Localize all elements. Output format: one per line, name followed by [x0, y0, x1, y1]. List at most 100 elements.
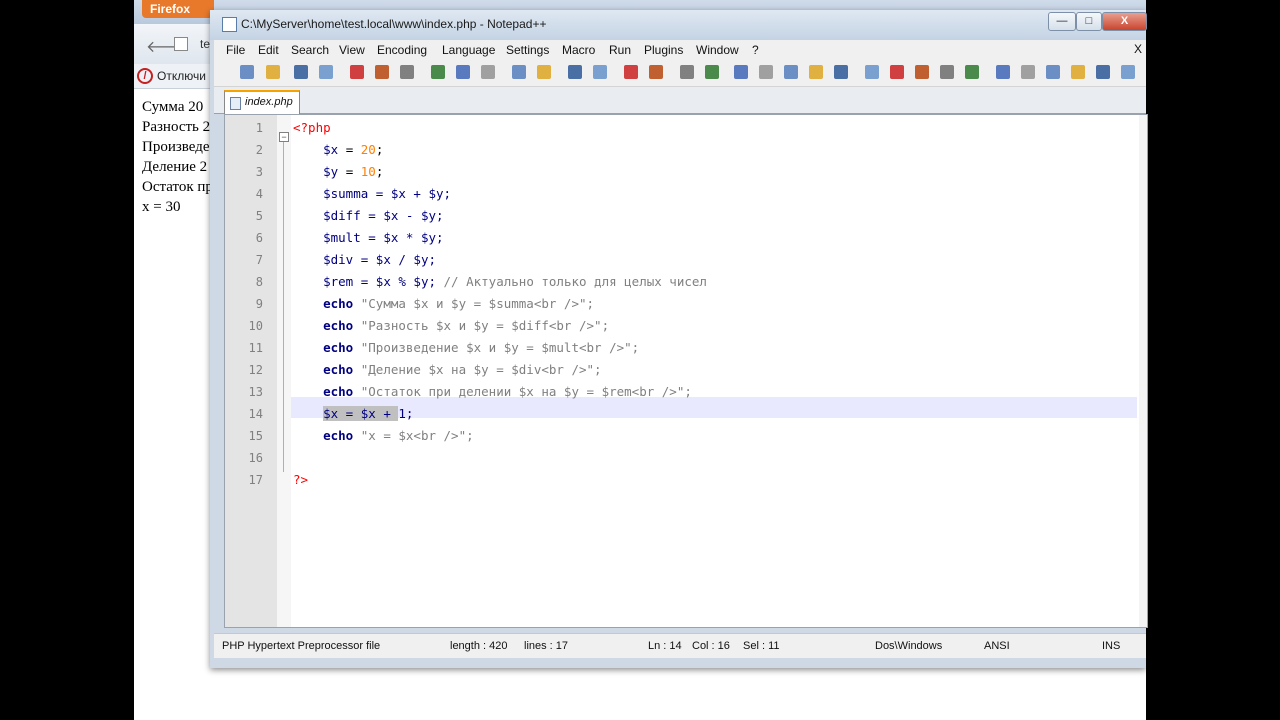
close-doc-button[interactable]: X	[1134, 42, 1142, 56]
fold-margin	[277, 115, 291, 627]
code-line: ?>	[293, 472, 309, 487]
print-icon[interactable]	[400, 65, 414, 79]
code-line: $y = 10;	[323, 164, 384, 179]
file-icon	[230, 97, 241, 110]
disable-icon[interactable]: /	[137, 68, 153, 84]
status-file-type: PHP Hypertext Preprocessor file	[222, 640, 381, 652]
indent-guide-icon[interactable]	[784, 65, 798, 79]
window-title: C:\MyServer\home\test.local\www\index.ph…	[241, 17, 547, 31]
tab-index-php[interactable]: index.php	[224, 90, 300, 114]
line-number: 4	[255, 187, 263, 201]
stop-macro-icon[interactable]	[890, 65, 904, 79]
line-number: 2	[255, 143, 263, 157]
status-sel: Sel : 11	[743, 640, 780, 652]
zoom-out-icon[interactable]	[649, 65, 663, 79]
menu-search[interactable]: Search	[291, 43, 329, 57]
up-icon[interactable]	[1021, 65, 1035, 79]
line-number: 8	[255, 275, 263, 289]
maximize-button[interactable]: □	[1076, 12, 1102, 31]
title-bar[interactable]: C:\MyServer\home\test.local\www\index.ph…	[210, 10, 1147, 40]
all-chars-icon[interactable]	[759, 65, 773, 79]
code-line: <?php	[293, 120, 331, 135]
undo-icon[interactable]	[512, 65, 526, 79]
line-number: 11	[248, 341, 263, 355]
paste-icon[interactable]	[481, 65, 495, 79]
menu-file[interactable]: File	[226, 43, 245, 57]
close-icon[interactable]	[350, 65, 364, 79]
status-line: Ln : 14	[648, 640, 682, 652]
menu-edit[interactable]: Edit	[258, 43, 279, 57]
fold-toggle-icon[interactable]: −	[279, 132, 289, 142]
save-icon[interactable]	[294, 65, 308, 79]
replace-icon[interactable]	[593, 65, 607, 79]
menu-help[interactable]: ?	[752, 43, 759, 57]
vertical-scrollbar[interactable]	[1139, 115, 1147, 627]
status-insert-mode: INS	[1102, 640, 1121, 652]
copy-icon[interactable]	[456, 65, 470, 79]
word-wrap-icon[interactable]	[734, 65, 748, 79]
menu-language[interactable]: Language	[442, 43, 495, 57]
line-number: 7	[255, 253, 263, 267]
filter-icon[interactable]	[1121, 65, 1135, 79]
save-all-icon[interactable]	[319, 65, 333, 79]
sync-h-icon[interactable]	[705, 65, 719, 79]
new-icon[interactable]	[240, 65, 254, 79]
line-number: 6	[255, 231, 263, 245]
cut-icon[interactable]	[431, 65, 445, 79]
line-number: 17	[248, 473, 263, 487]
redo-icon[interactable]	[537, 65, 551, 79]
minimize-button[interactable]: —	[1048, 12, 1076, 31]
menu-settings[interactable]: Settings	[506, 43, 549, 57]
trim-icon[interactable]	[1071, 65, 1085, 79]
menu-encoding[interactable]: Encoding	[377, 43, 427, 57]
open-icon[interactable]	[266, 65, 280, 79]
close-all-icon[interactable]	[375, 65, 389, 79]
sum-icon[interactable]	[996, 65, 1010, 79]
output-line: Произведе	[142, 139, 210, 155]
record-macro-icon[interactable]	[865, 65, 879, 79]
user-lang-icon[interactable]	[809, 65, 823, 79]
menu-window[interactable]: Window	[696, 43, 739, 57]
code-line: $div = $x / $y;	[323, 252, 436, 267]
spell-icon[interactable]	[1096, 65, 1110, 79]
play-macro-icon[interactable]	[915, 65, 929, 79]
output-line: Сумма 20	[142, 99, 204, 115]
code-line: echo "x = $x<br />";	[323, 428, 474, 443]
zoom-in-icon[interactable]	[624, 65, 638, 79]
menu-view[interactable]: View	[339, 43, 365, 57]
run-macro-icon[interactable]	[940, 65, 954, 79]
menu-plugins[interactable]: Plugins	[644, 43, 683, 57]
output-line: Деление 2	[142, 159, 208, 175]
tab-bar: index.php	[214, 87, 1146, 114]
firefox-menu-button[interactable]: Firefox	[142, 0, 214, 18]
bookmark-disable[interactable]: Отключи	[157, 69, 206, 83]
fold-line	[283, 142, 284, 472]
code-line: $diff = $x - $y;	[323, 208, 444, 223]
status-col: Col : 16	[692, 640, 730, 652]
url-bar[interactable]: te	[200, 37, 210, 51]
down-icon[interactable]	[1046, 65, 1060, 79]
status-eol: Dos\Windows	[875, 640, 943, 652]
close-button[interactable]: X	[1102, 12, 1147, 31]
output-line: x = 30	[142, 199, 181, 215]
page-icon	[174, 37, 188, 51]
find-icon[interactable]	[568, 65, 582, 79]
line-number: 9	[255, 297, 263, 311]
menu-run[interactable]: Run	[609, 43, 631, 57]
text-selection: $x = $x +	[323, 406, 399, 421]
status-encoding: ANSI	[984, 640, 1010, 652]
status-bar: PHP Hypertext Preprocessor file length :…	[214, 633, 1146, 658]
line-number: 13	[248, 385, 263, 399]
save-macro-icon[interactable]	[965, 65, 979, 79]
menu-macro[interactable]: Macro	[562, 43, 595, 57]
code-editor[interactable]: − 1 2 3 4 5 6 7 8 9 10 11 12 13 14 15 16 17 <?php $x = 2…	[224, 114, 1148, 628]
status-lines: lines : 17	[524, 640, 569, 652]
doc-map-icon[interactable]	[834, 65, 848, 79]
menu-bar: File Edit Search View Encoding Language …	[214, 40, 1146, 60]
line-number: 3	[255, 165, 263, 179]
code-line-current: $x = $x + 1;	[323, 406, 414, 421]
notepadpp-window: C:\MyServer\home\test.local\www\index.ph…	[210, 10, 1148, 668]
sync-v-icon[interactable]	[680, 65, 694, 79]
current-line-highlight	[291, 397, 1137, 418]
code-line: echo "Произведение $x и $y = $mult<br />…	[323, 340, 640, 355]
